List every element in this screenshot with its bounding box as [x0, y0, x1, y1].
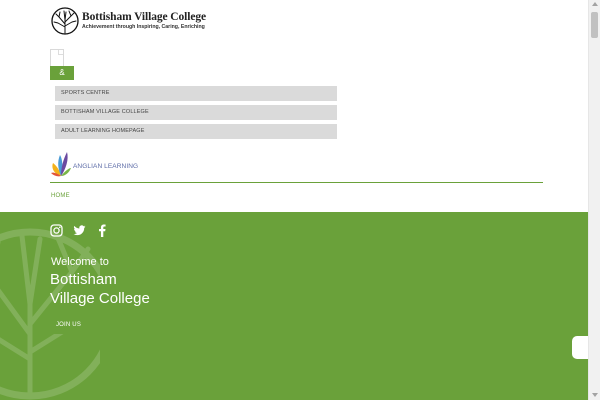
anglian-learning-logo[interactable]: ANGLIAN LEARNING: [50, 149, 138, 178]
tree-logo-icon: [51, 7, 79, 35]
hero-school-name: Bottisham Village College: [50, 271, 150, 307]
quick-link-adult-learning[interactable]: ADULT LEARNING HOMEPAGE: [55, 124, 337, 139]
menu-search-button[interactable]: &: [50, 66, 74, 80]
anglian-learning-leaf-icon: [51, 152, 71, 177]
quick-link-college[interactable]: BOTTISHAM VILLAGE COLLEGE: [55, 105, 337, 120]
social-links: [50, 224, 109, 237]
facebook-icon[interactable]: [96, 224, 109, 237]
scrollbar-thumb[interactable]: [591, 12, 598, 38]
scroll-down-arrow-icon[interactable]: [592, 393, 598, 397]
twitter-icon[interactable]: [73, 224, 86, 237]
site-logo[interactable]: Bottisham Village College Achievement th…: [51, 7, 206, 35]
page-scrollbar[interactable]: [588, 0, 600, 400]
menu-toggle-icon[interactable]: [50, 49, 64, 66]
logo-school-name: Bottisham Village College: [82, 11, 206, 23]
quick-link-sports-centre[interactable]: SPORTS CENTRE: [55, 86, 337, 101]
logo-tagline: Achievement through Inspiring, Caring, E…: [82, 24, 205, 30]
site-header: Bottisham Village College Achievement th…: [0, 0, 588, 212]
scroll-up-arrow-icon[interactable]: [592, 2, 598, 6]
breadcrumb-home[interactable]: HOME: [51, 193, 70, 199]
hero-welcome: Welcome to: [51, 256, 109, 268]
join-us-button[interactable]: JOIN US: [51, 317, 86, 334]
header-divider: [50, 182, 543, 183]
instagram-icon[interactable]: [50, 224, 63, 237]
anglian-learning-label: ANGLIAN LEARNING: [73, 163, 139, 170]
